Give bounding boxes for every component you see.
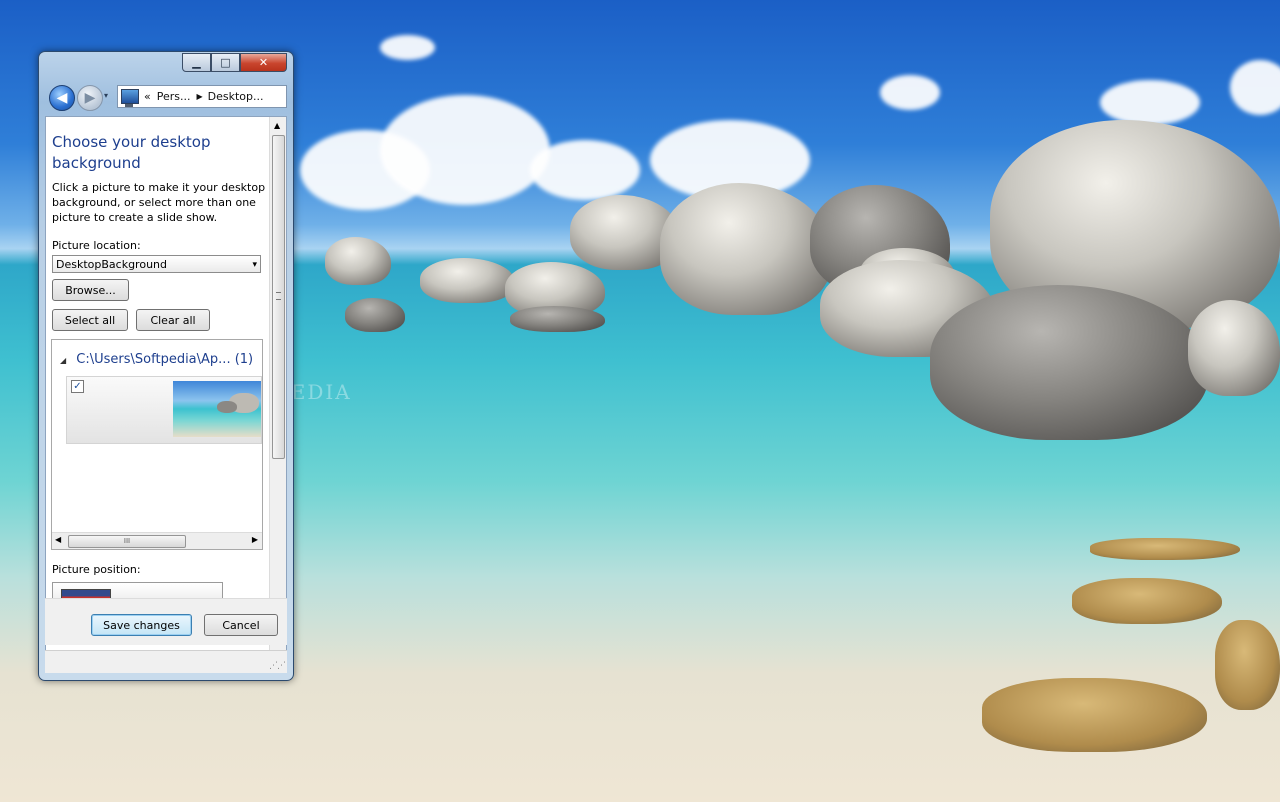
boulder xyxy=(1188,300,1280,396)
picture-location-value: DesktopBackground xyxy=(56,258,167,271)
boulder xyxy=(325,237,391,285)
content-pane: Choose your desktop background Click a p… xyxy=(45,116,287,651)
cloud xyxy=(380,95,550,205)
page-title: Choose your desktop background xyxy=(52,133,211,172)
breadcrumb-separator-icon[interactable]: ▶ xyxy=(197,92,203,101)
address-bar[interactable]: « Pers... ▶ Desktop... xyxy=(117,85,287,108)
collapse-triangle-icon[interactable]: ◢ xyxy=(60,356,66,365)
vertical-scrollbar[interactable]: ▲ ▼ xyxy=(269,117,286,650)
picture-tile[interactable]: ✓ xyxy=(66,376,262,444)
clear-all-button[interactable]: Clear all xyxy=(136,309,210,331)
boulder xyxy=(660,183,832,315)
picture-location-dropdown[interactable]: DesktopBackground ▾ xyxy=(52,255,261,273)
dialog-footer: Save changes Cancel xyxy=(45,598,287,645)
picture-checkbox[interactable]: ✓ xyxy=(71,380,84,393)
browse-button[interactable]: Browse... xyxy=(52,279,129,301)
forward-button[interactable]: ▶ xyxy=(77,85,103,111)
cloud xyxy=(1100,80,1200,125)
recent-pages-button[interactable]: ▾ xyxy=(104,91,108,100)
navigation-bar: ◀ ▶ ▾ « Pers... ▶ Desktop... xyxy=(47,83,287,111)
picture-group-header[interactable]: ◢ C:\Users\Softpedia\Ap... (1) xyxy=(60,352,253,367)
personalization-window: ▁ □ ✕ ◀ ▶ ▾ « Pers... ▶ Desktop... Choos… xyxy=(38,51,294,681)
picture-list[interactable]: ◢ C:\Users\Softpedia\Ap... (1) ✓ ◀ III ▶ xyxy=(51,339,263,550)
cancel-button[interactable]: Cancel xyxy=(204,614,278,636)
resize-grip-icon[interactable]: ⋰⋰ xyxy=(269,661,286,671)
scroll-up-icon[interactable]: ▲ xyxy=(274,121,280,130)
breadcrumb-overflow[interactable]: « xyxy=(144,90,151,103)
status-bar: ⋰⋰ xyxy=(45,650,287,673)
cloud xyxy=(1230,60,1280,115)
page-description: Click a picture to make it your desktop … xyxy=(52,181,266,224)
breadcrumb-personalization[interactable]: Pers... xyxy=(157,90,191,103)
picture-location-label: Picture location: xyxy=(52,239,141,252)
boulder xyxy=(420,258,515,303)
vertical-scroll-thumb[interactable] xyxy=(272,135,285,459)
close-button[interactable]: ✕ xyxy=(240,53,287,72)
horizontal-scroll-thumb[interactable]: III xyxy=(68,535,186,548)
cloud xyxy=(530,140,640,200)
beach-stone xyxy=(982,678,1207,752)
back-button[interactable]: ◀ xyxy=(49,85,75,111)
select-all-button[interactable]: Select all xyxy=(52,309,128,331)
scroll-left-icon[interactable]: ◀ xyxy=(55,535,61,544)
cloud xyxy=(880,75,940,110)
group-count: (1) xyxy=(234,352,254,367)
scroll-grip-icon xyxy=(276,292,281,300)
save-changes-button[interactable]: Save changes xyxy=(91,614,192,636)
beach-stone xyxy=(1072,578,1222,624)
boulder xyxy=(345,298,405,332)
boulder xyxy=(510,306,605,332)
dropdown-arrow-icon: ▾ xyxy=(252,260,257,270)
breadcrumb-desktop-background[interactable]: Desktop... xyxy=(208,90,264,103)
maximize-button[interactable]: □ xyxy=(211,53,240,72)
title-buttons: ▁ □ ✕ xyxy=(182,53,287,72)
minimize-button[interactable]: ▁ xyxy=(182,53,211,72)
control-panel-icon xyxy=(121,89,139,107)
picture-thumbnail[interactable] xyxy=(173,381,261,437)
beach-stone xyxy=(1090,538,1240,560)
group-path: C:\Users\Softpedia\Ap... xyxy=(76,352,231,367)
cloud xyxy=(380,35,435,60)
picture-position-label: Picture position: xyxy=(52,563,141,576)
scroll-right-icon[interactable]: ▶ xyxy=(252,535,258,544)
beach-stone xyxy=(1215,620,1280,710)
horizontal-scrollbar[interactable]: ◀ III ▶ xyxy=(52,532,262,549)
